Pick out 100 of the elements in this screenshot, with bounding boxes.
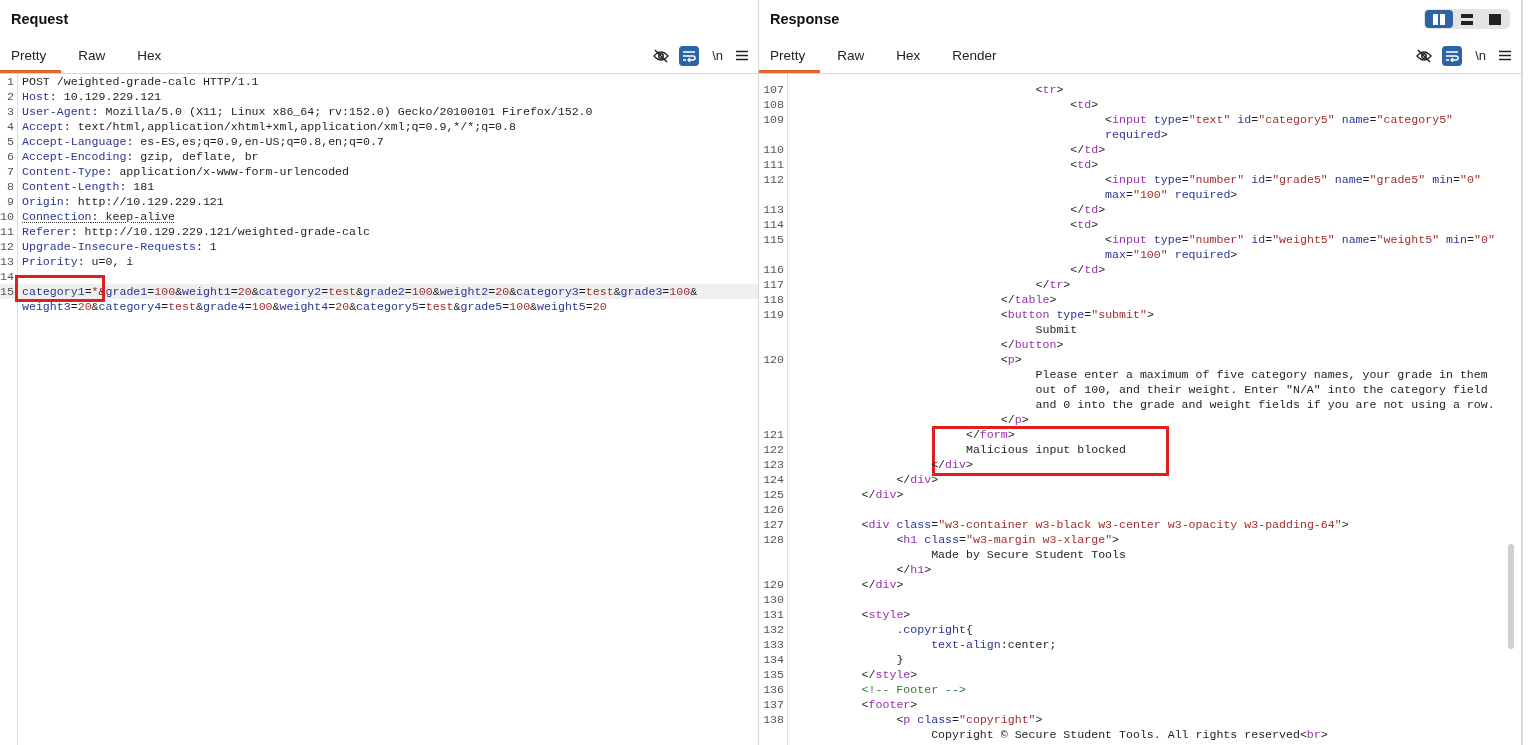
code-line: </td>: [1070, 202, 1106, 217]
line-number: 115: [763, 232, 784, 247]
line-number: 10: [0, 209, 14, 224]
code-line: and 0 into the grade and weight fields if you are not using a row.: [1035, 397, 1495, 412]
line-number: 112: [763, 172, 784, 187]
view-tab[interactable]: Raw: [67, 38, 121, 73]
line-number: 126: [763, 502, 784, 517]
line-number: 107: [763, 82, 784, 97]
line-number: 128: [763, 532, 784, 547]
code-line: Accept-Encoding: gzip, deflate, br: [22, 149, 259, 164]
line-number: 3: [7, 104, 14, 119]
code-line: <td>: [1070, 157, 1099, 172]
line-number: 123: [763, 457, 784, 472]
code-line: Made by Secure Student Tools: [931, 547, 1126, 562]
code-line: User-Agent: Mozilla/5.0 (X11; Linux x86_64; rv:152.0) Gecko/20100101 Firefox/152.0: [22, 104, 593, 119]
code-line: Content-Type: application/x-www-form-urlencoded: [22, 164, 349, 179]
code-line: Origin: http://10.129.229.121: [22, 194, 224, 209]
code-line: out of 100, and their weight. Enter "N/A" into the category field: [1035, 382, 1488, 397]
hide-icon[interactable]: [1416, 48, 1433, 63]
line-number: 136: [763, 682, 784, 697]
line-number: 4: [7, 119, 14, 134]
wrap-toggle[interactable]: [1442, 45, 1463, 66]
line-number: 13: [0, 254, 14, 269]
line-number: 122: [763, 442, 784, 457]
code-line: required>: [1105, 127, 1168, 142]
code-line: </h1>: [896, 562, 932, 577]
menu-icon[interactable]: [1499, 50, 1511, 61]
line-number: 133: [763, 637, 784, 652]
code-line: </p>: [1000, 412, 1029, 427]
code-line: max="100" required>: [1105, 247, 1238, 262]
line-number: 125: [763, 487, 784, 502]
code-line: Connection: keep-alive: [22, 209, 176, 224]
line-number: 132: [763, 622, 784, 637]
view-tab[interactable]: Render: [941, 38, 1012, 73]
line-number: 9: [7, 194, 14, 209]
code-line: <p class="copyright">: [896, 712, 1043, 727]
line-number: 11: [0, 224, 14, 239]
line-number: 111: [763, 157, 784, 172]
code-line: <input type="text" id="category5" name="category5": [1105, 112, 1454, 127]
newline-toggle[interactable]: \n: [709, 48, 726, 63]
code-line: <tr>: [1035, 82, 1064, 97]
line-number: 118: [763, 292, 784, 307]
code-line: Host: 10.129.229.121: [22, 89, 162, 104]
code-line: Malicious input blocked: [965, 442, 1126, 457]
line-number: 120: [763, 352, 784, 367]
line-number: 8: [7, 179, 14, 194]
line-number: 6: [7, 149, 14, 164]
code-line: </td>: [1070, 262, 1106, 277]
line-number: 12: [0, 239, 14, 254]
line-number: 109: [763, 112, 784, 127]
line-number: 5: [7, 134, 14, 149]
line-number: 14: [0, 269, 14, 284]
code-line: Upgrade-Insecure-Requests: 1: [22, 239, 217, 254]
code-line: <input type="number" id="grade5" name="grade5" min="0": [1105, 172, 1481, 187]
code-line: <div class="w3-container w3-black w3-center w3-opacity w3-padding-64">: [861, 517, 1349, 532]
line-number: 127: [763, 517, 784, 532]
view-tab[interactable]: Hex: [885, 38, 936, 73]
columns-layout-button[interactable]: [1425, 10, 1453, 28]
line-number: 124: [763, 472, 784, 487]
line-number: 110: [763, 142, 784, 157]
code-line: </div>: [861, 577, 904, 592]
line-number: 114: [763, 217, 784, 232]
newline-toggle[interactable]: \n: [1472, 48, 1489, 63]
line-number: 113: [763, 202, 784, 217]
line-number: 121: [763, 427, 784, 442]
line-number: 137: [763, 697, 784, 712]
hide-icon[interactable]: [653, 48, 670, 63]
code-line: Submit: [1035, 322, 1078, 337]
wrap-toggle[interactable]: [679, 45, 700, 66]
menu-icon[interactable]: [736, 50, 748, 61]
code-line: <h1 class="w3-margin w3-xlarge">: [896, 532, 1120, 547]
code-line: POST /weighted-grade-calc HTTP/1.1: [22, 74, 259, 89]
code-line: <input type="number" id="weight5" name="weight5" min="0": [1105, 232, 1495, 247]
code-line: <td>: [1070, 97, 1099, 112]
single-pane-icon: [1489, 13, 1501, 25]
line-number: 130: [763, 592, 784, 607]
code-line: max="100" required>: [1105, 187, 1238, 202]
view-tab[interactable]: Pretty: [0, 38, 62, 73]
line-number: 7: [7, 164, 14, 179]
line-number: 2: [7, 89, 14, 104]
line-number: 119: [763, 307, 784, 322]
line-number: 135: [763, 667, 784, 682]
line-number: 1: [7, 74, 14, 89]
line-number: 117: [763, 277, 784, 292]
code-line: </td>: [1070, 142, 1106, 157]
line-number: 129: [763, 577, 784, 592]
view-tab[interactable]: Pretty: [759, 38, 821, 73]
wrap-icon: [1445, 49, 1460, 62]
rows-icon: [1461, 13, 1473, 25]
code-line: <p>: [1000, 352, 1022, 367]
code-line: </form>: [965, 427, 1015, 442]
view-tab[interactable]: Raw: [826, 38, 880, 73]
code-line: Please enter a maximum of five category names, your grade in them: [1035, 367, 1488, 382]
scrollbar-thumb[interactable]: [1508, 544, 1514, 649]
view-tab[interactable]: Hex: [126, 38, 177, 73]
code-line: <!-- Footer -->: [861, 682, 966, 697]
code-line: <style>: [861, 607, 911, 622]
code-line: Content-Length: 181: [22, 179, 155, 194]
code-line: <footer>: [861, 697, 918, 712]
line-number: 15: [0, 284, 14, 299]
